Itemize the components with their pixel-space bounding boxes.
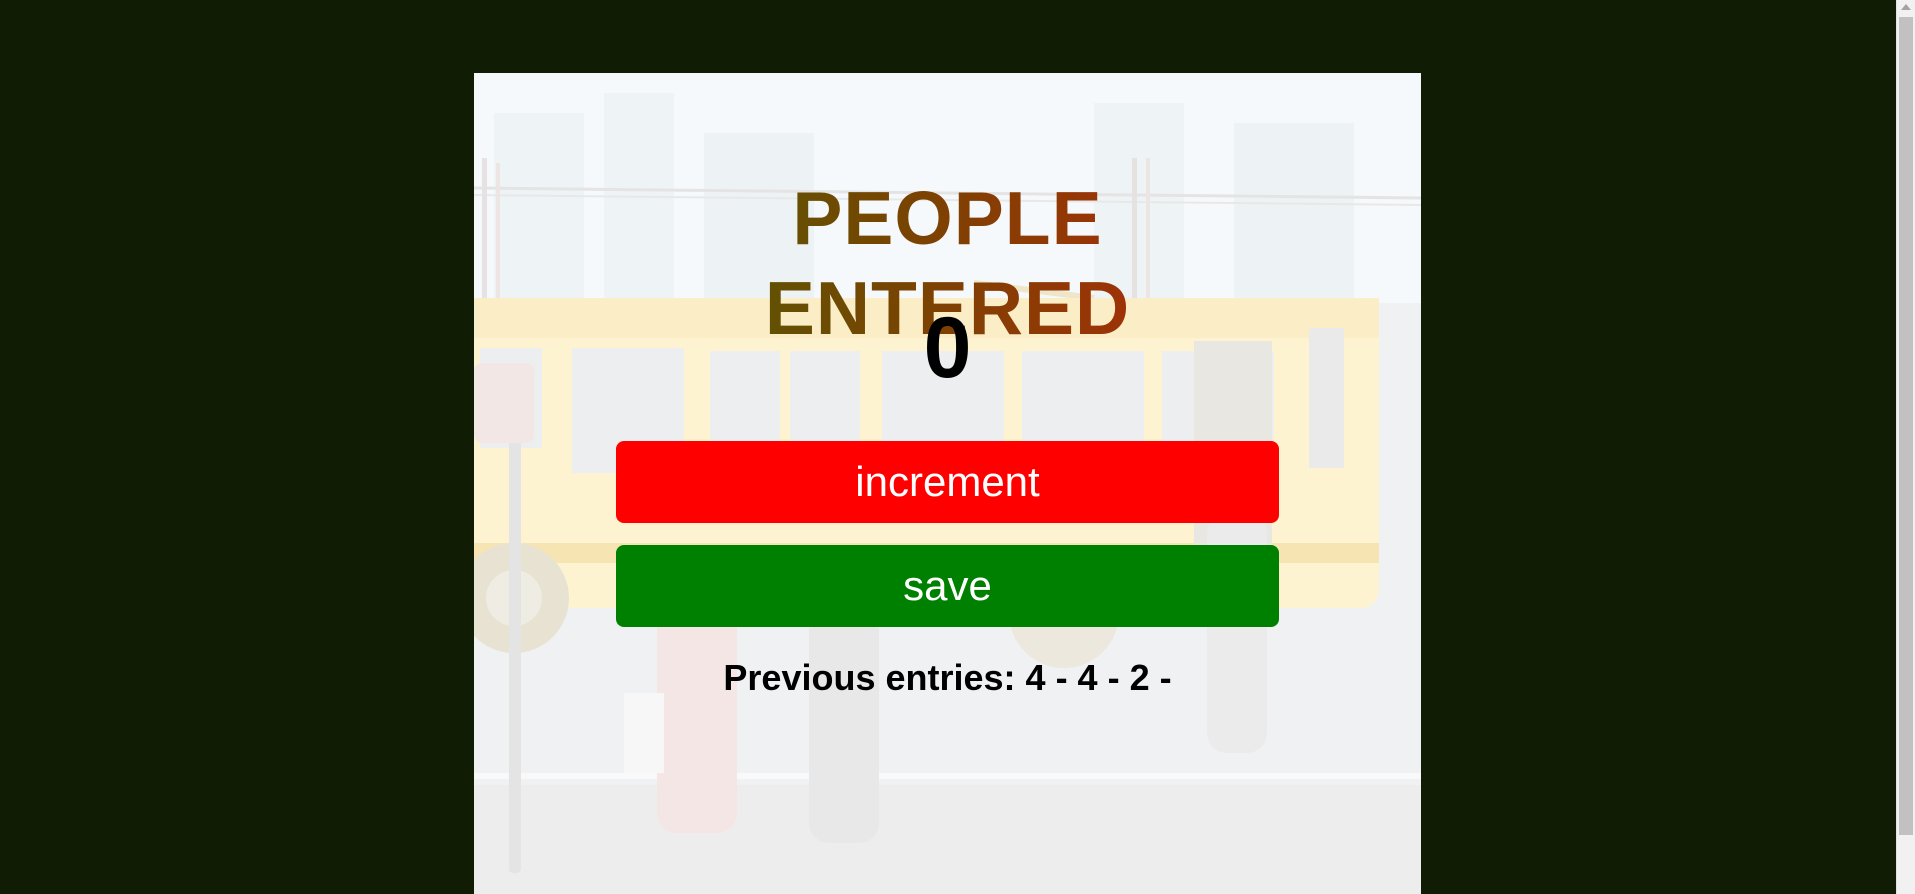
page-scrollbar[interactable] — [1896, 0, 1915, 894]
previous-entries-values: 4 - 4 - 2 - — [1025, 657, 1172, 698]
scroll-up-arrow-icon[interactable] — [1901, 4, 1911, 10]
increment-button[interactable]: increment — [616, 441, 1279, 523]
save-button[interactable]: save — [616, 545, 1279, 627]
scrollbar-thumb[interactable] — [1899, 17, 1913, 835]
counter-content: PEOPLE ENTERED 0 increment save Previous… — [474, 73, 1421, 894]
count-display: 0 — [923, 300, 972, 396]
counter-card: PEOPLE ENTERED 0 increment save Previous… — [474, 73, 1421, 894]
previous-entries-label: Previous entries: — [723, 657, 1016, 698]
previous-entries: Previous entries: 4 - 4 - 2 - — [474, 656, 1421, 700]
